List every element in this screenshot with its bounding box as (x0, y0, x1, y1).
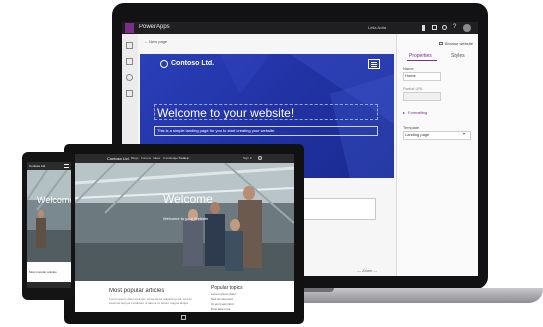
phone-bottom-bar (27, 282, 71, 288)
phone-site-name[interactable]: Contoso Ltd. (29, 164, 46, 168)
hero-photo (75, 163, 294, 281)
zoom-control[interactable]: — Zoom — (357, 268, 377, 273)
formatting-chevron-icon[interactable]: ▸ (403, 110, 405, 115)
settings-icon[interactable] (442, 25, 447, 30)
phone-articles-title: Most popular articles (29, 270, 57, 274)
app-title: PowerApps (139, 24, 170, 30)
toolbar-breadcrumb[interactable]: ← New page (144, 39, 167, 44)
hero-title: Welcome to your website! (157, 106, 295, 120)
hero-subtitle: This is a simple landing page for you to… (157, 128, 276, 133)
topic-link[interactable]: Duis aute irure (211, 307, 231, 311)
tab-properties[interactable]: Properties (409, 53, 432, 59)
notification-icon[interactable] (422, 25, 425, 31)
template-label: Template (403, 125, 420, 130)
articles-text: Lorem ipsum dolor sit amet, consectetur … (109, 297, 192, 305)
tablet-screen: Contoso Ltd. Blogs Forums Ideas Knowledg… (75, 154, 294, 312)
tab-properties-underline (407, 60, 437, 61)
tablet-nav-ideas[interactable]: Ideas (153, 156, 160, 160)
partial-url-field[interactable] (403, 92, 441, 101)
hamburger-menu-icon[interactable] (368, 59, 380, 69)
data-icon[interactable] (126, 74, 133, 81)
pages-icon[interactable] (126, 42, 133, 49)
avatar[interactable] (463, 24, 471, 32)
topic-link[interactable]: Sed do eiusmod (211, 297, 233, 301)
properties-panel: Browse website Properties Styles Name Ho… (396, 34, 478, 276)
app-top-bar: PowerApps Leila Avila ? (122, 22, 478, 34)
browse-website-link[interactable]: Browse website (445, 41, 473, 46)
articles-title: Most popular articles (109, 288, 165, 294)
tablet-hero-title: Welcome (163, 192, 213, 206)
windows-button-icon (181, 315, 186, 320)
site-logo-text: Contoso Ltd. (171, 60, 215, 67)
partial-url-label: Partial URL (403, 86, 424, 91)
topic-link[interactable]: Lorem ipsum dolor (211, 292, 236, 296)
themes-icon[interactable] (126, 90, 133, 97)
tablet-search-icon[interactable] (258, 156, 262, 160)
tablet-hero-subtitle: Welcome to your Website (163, 216, 209, 221)
section-placeholder[interactable] (300, 198, 376, 220)
name-label: Name (403, 66, 414, 71)
topics-title: Popular topics (211, 285, 243, 291)
tablet-nav-forums[interactable]: Forums (141, 156, 151, 160)
tab-styles[interactable]: Styles (451, 53, 465, 59)
tablet-site-name[interactable]: Contoso Ltd. (107, 156, 130, 161)
topic-link[interactable]: Ut enim ad minim (211, 302, 234, 306)
waffle-icon[interactable] (125, 23, 134, 33)
tablet-sign-in[interactable]: Sign in (243, 156, 252, 160)
phone-menu-icon[interactable] (64, 164, 69, 168)
chat-icon[interactable] (432, 25, 437, 30)
formatting-section[interactable]: Formatting (408, 110, 427, 115)
tablet-nav-blogs[interactable]: Blogs (131, 156, 139, 160)
phone-screen: Contoso Ltd. Welcome Most popular articl… (27, 162, 71, 288)
help-icon[interactable]: ? (453, 24, 456, 31)
chevron-down-icon: ▾ (463, 131, 466, 136)
user-name: Leila Avila (368, 25, 386, 30)
browse-website-icon[interactable] (439, 42, 443, 45)
tablet-nav-help[interactable]: Help (183, 156, 189, 160)
logo-icon (160, 60, 168, 68)
template-select-value: Landing page (405, 132, 430, 137)
phone-hero-title: Welcome (37, 195, 71, 205)
components-icon[interactable] (126, 58, 133, 65)
phone-hero-photo (27, 170, 71, 262)
name-field-value: Home (405, 73, 416, 78)
